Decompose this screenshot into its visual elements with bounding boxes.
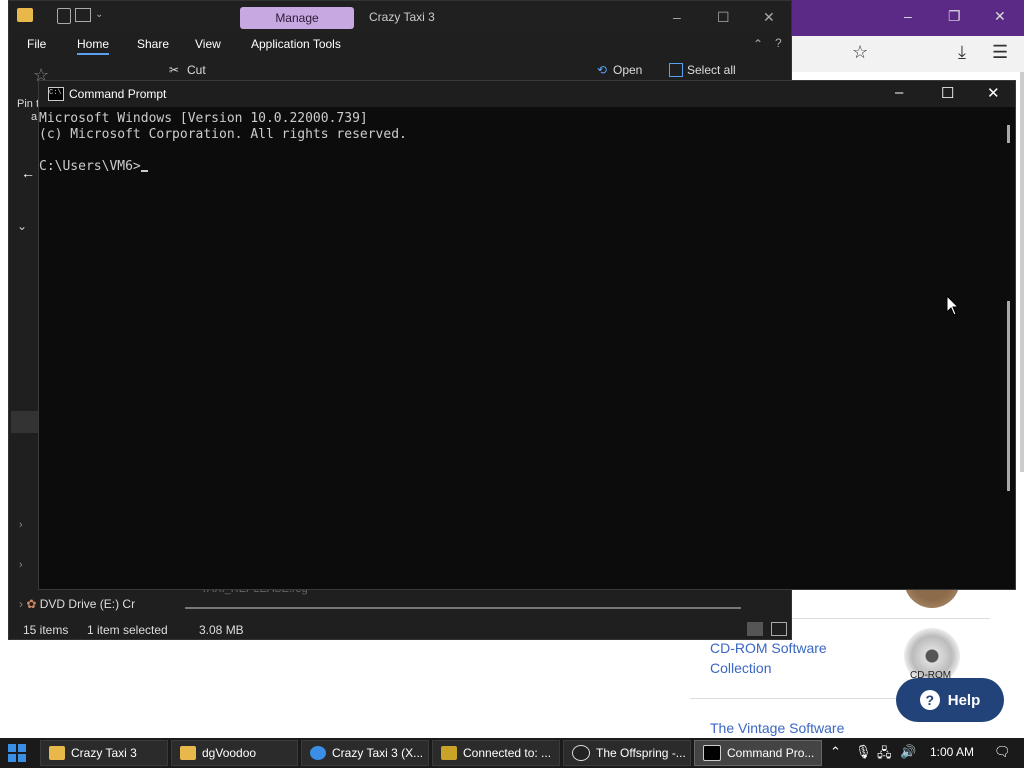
pin-label-2: a [31,111,38,123]
chevron-down-icon[interactable]: ⌄ [95,9,103,20]
select-all-icon[interactable] [669,63,683,77]
explorer-close-button[interactable]: ✕ [763,9,775,26]
taskbar-clock[interactable]: 1:00 AM [930,745,974,759]
console-line: (c) Microsoft Corporation. All rights re… [39,127,407,142]
expand-chevron-icon: › [19,597,23,611]
cd-rom-link[interactable]: CD-ROM Software [710,638,827,658]
cmd-close-button[interactable]: ✕ [987,84,1000,102]
taskbar-label: dgVoodoo [202,746,257,760]
tab-share[interactable]: Share [137,37,169,51]
properties-icon[interactable] [57,8,71,24]
browser-minimize-button[interactable]: – [904,8,912,24]
taskbar-label: Crazy Taxi 3 [71,746,137,760]
taskbar-item-offspring[interactable]: The Offspring -... [563,740,691,766]
dvd-drive-label: DVD Drive (E:) Cr [39,597,136,611]
nav-selected-item[interactable] [11,411,39,433]
explorer-minimize-button[interactable]: – [673,9,681,25]
browser-restore-button[interactable]: ❐ [948,8,961,25]
command-prompt-window: C:\ Command Prompt – ☐ ✕ Microsoft Windo… [38,80,1016,590]
browser-close-button[interactable]: ✕ [994,8,1006,25]
select-all-button[interactable]: Select all [687,63,736,77]
open-button[interactable]: Open [613,63,642,77]
status-size: 3.08 MB [199,623,244,637]
folder-icon [17,8,33,22]
taskbar-label: Connected to: ... [463,746,552,760]
favorite-star-icon[interactable]: ☆ [852,42,868,63]
taskbar-item-crazy-taxi-3[interactable]: Crazy Taxi 3 [40,740,168,766]
notifications-icon[interactable]: 🗨 [994,744,1011,760]
browser-icon [310,746,326,760]
folder-icon [49,746,65,760]
taskbar-item-browser[interactable]: Crazy Taxi 3 (X... [301,740,429,766]
prompt: C:\Users\VM6> [39,159,141,174]
taskbar-label: Crazy Taxi 3 (X... [332,746,424,760]
explorer-title: Crazy Taxi 3 [369,10,435,24]
taskbar-item-connected[interactable]: Connected to: ... [432,740,560,766]
tab-home[interactable]: Home [77,37,110,55]
archive-icon [441,746,457,760]
show-hidden-icons-icon[interactable]: ⌃ [830,744,841,760]
cd-rom-link-line2[interactable]: Collection [710,658,771,678]
large-icons-view-icon[interactable] [771,622,787,636]
media-icon [572,745,590,761]
network-icon[interactable]: 🖧 [877,744,892,766]
explorer-maximize-button[interactable]: ☐ [717,9,730,26]
manage-tab[interactable]: Manage [240,7,354,29]
help-label: Help [947,691,981,709]
new-folder-icon[interactable] [75,8,91,22]
horizontal-scrollbar[interactable] [185,607,741,609]
taskbar-label: Command Pro... [727,746,815,760]
chevron-down-icon[interactable]: ⌄ [17,219,27,233]
microphone-icon[interactable]: 🎙 [855,744,872,760]
folder-icon [180,746,196,760]
cmd-title: Command Prompt [69,87,167,101]
volume-icon[interactable]: 🔊 [900,744,916,760]
tab-file[interactable]: File [27,37,46,51]
help-circle-icon[interactable]: ? [775,36,782,50]
windows-start-icon[interactable] [8,744,26,762]
browser-scrollbar[interactable] [1020,72,1024,472]
menu-icon[interactable]: ☰ [992,42,1008,63]
taskbar-item-dgvoodoo[interactable]: dgVoodoo [171,740,298,766]
details-view-icon[interactable] [747,622,763,636]
help-icon: ? [919,690,940,710]
dvd-drive-item[interactable]: › ✿ DVD Drive (E:) Cr [19,597,135,611]
tab-application-tools[interactable]: Application Tools [251,37,341,51]
console-prompt-line[interactable]: C:\Users\VM6> [39,159,999,175]
explorer-titlebar: ⌄ Manage Crazy Taxi 3 – ☐ ✕ [9,1,791,33]
cmd-scrollbar[interactable] [1007,301,1010,491]
cmd-scrollbar-thumb[interactable] [1007,125,1010,143]
pin-label: Pin t [17,98,40,110]
status-item-count: 15 items [23,623,69,637]
mouse-cursor-icon [946,295,960,316]
help-button[interactable]: ? Help [896,678,1004,722]
tab-view[interactable]: View [195,37,221,51]
console-line: Microsoft Windows [Version 10.0.22000.73… [39,111,368,126]
dvd-icon: ✿ [26,597,37,611]
expand-chevron-icon[interactable]: › [19,519,23,531]
text-cursor [140,170,148,172]
status-selected: 1 item selected [87,623,168,637]
console-output[interactable]: Microsoft Windows [Version 10.0.22000.73… [39,111,999,175]
back-arrow-icon[interactable]: ← [21,165,35,181]
cmd-titlebar: C:\ Command Prompt – ☐ ✕ [39,81,1015,107]
cmd-maximize-button[interactable]: ☐ [941,84,954,102]
open-icon[interactable]: ⟲ [597,63,607,77]
expand-chevron-icon[interactable]: › [19,559,23,571]
vintage-software-link[interactable]: The Vintage Software [710,718,844,738]
cut-icon[interactable]: ✂ [169,63,179,77]
cmd-minimize-button[interactable]: – [895,84,903,101]
cmd-icon: C:\ [48,87,64,101]
download-icon[interactable]: ⤓ [958,42,966,63]
cmd-icon [703,745,721,761]
taskbar-item-command-prompt[interactable]: Command Pro... [694,740,822,766]
cut-button[interactable]: Cut [187,63,206,77]
collapse-ribbon-icon[interactable]: ⌃ [753,37,763,51]
taskbar-label: The Offspring -... [596,746,686,760]
